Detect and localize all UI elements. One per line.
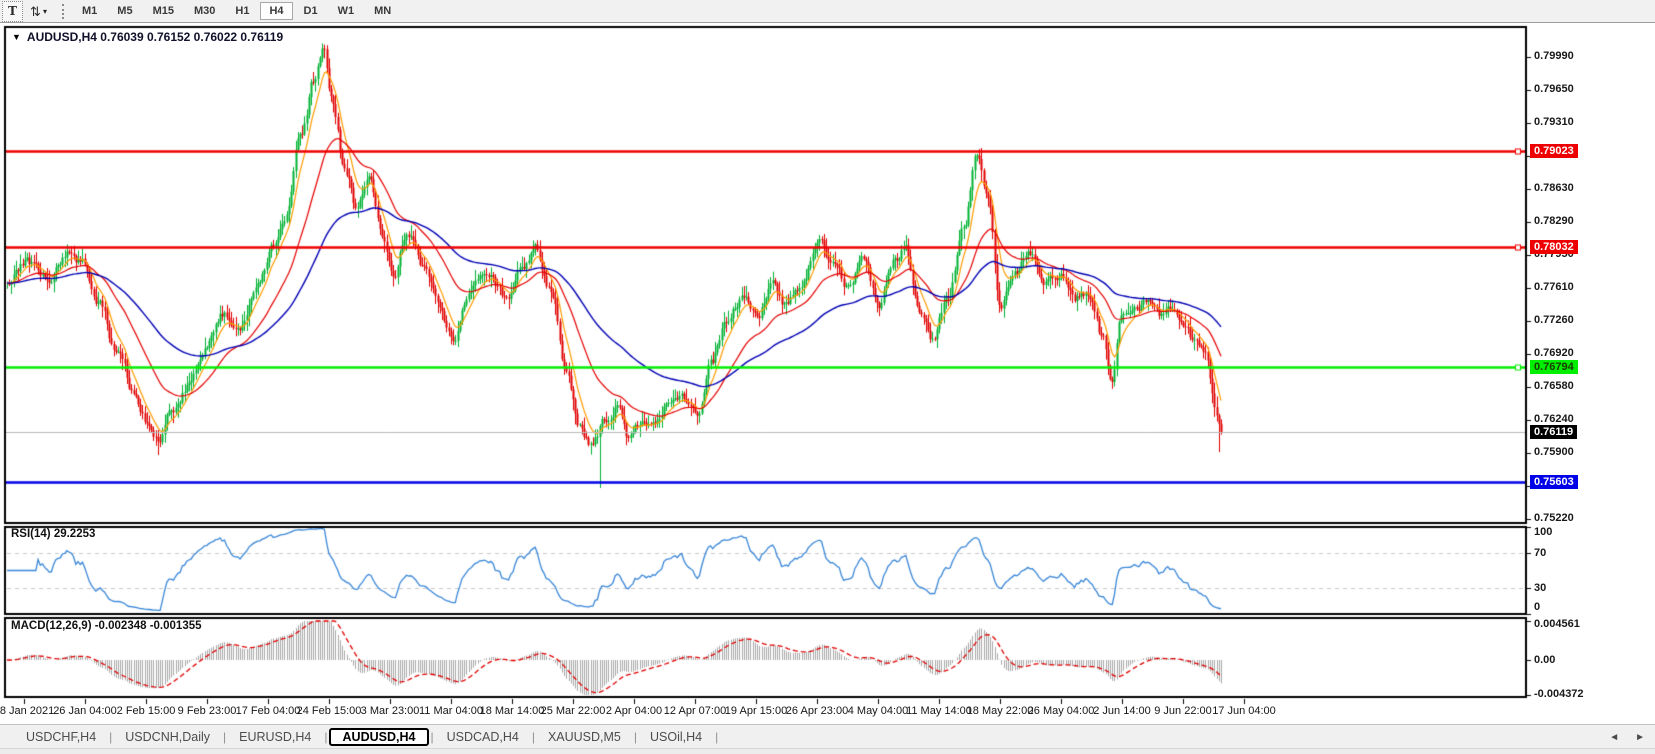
price-tag: 0.79023	[1530, 144, 1578, 158]
status-strip	[0, 748, 1655, 754]
time-tick: 3 Mar 23:00	[361, 705, 420, 717]
time-tick: 9 Feb 23:00	[178, 705, 237, 717]
price-tick: 0.75900	[1534, 446, 1574, 458]
chart-title: ▼ AUDUSD,H4 0.76039 0.76152 0.76022 0.76…	[12, 30, 283, 44]
tab-separator: |	[714, 730, 719, 744]
rsi-tick: 0	[1534, 601, 1540, 613]
time-tick: 11 Mar 04:00	[419, 705, 483, 717]
time-tick: 2 Feb 15:00	[117, 705, 176, 717]
toolbar: T ⇅ ▾ M1M5M15M30H1H4D1W1MN	[0, 0, 1655, 23]
tab-separator: |	[323, 730, 328, 744]
timeframe-button-m5[interactable]: M5	[108, 2, 141, 20]
timeframe-button-h1[interactable]: H1	[226, 2, 258, 20]
arrows-icon: ⇅	[30, 5, 41, 18]
tab-audusd[interactable]: AUDUSD,H4	[329, 728, 430, 746]
tab-usdcad[interactable]: USDCAD,H4	[435, 728, 531, 746]
tab-scroll-left-icon[interactable]: ◄	[1609, 732, 1619, 743]
time-tick: 18 Jan 2021	[0, 705, 54, 717]
time-tick: 18 Mar 14:00	[480, 705, 545, 717]
time-tick: 4 May 04:00	[848, 705, 909, 717]
price-tag: 0.76794	[1530, 360, 1578, 374]
timeframe-button-d1[interactable]: D1	[295, 2, 327, 20]
price-tick: 0.77260	[1534, 314, 1574, 326]
price-tag: 0.75603	[1530, 475, 1578, 489]
timeframe-button-w1[interactable]: W1	[329, 2, 364, 20]
tab-eurusd[interactable]: EURUSD,H4	[227, 728, 323, 746]
timeframe-button-mn[interactable]: MN	[365, 2, 400, 20]
tab-xauusd[interactable]: XAUUSD,M5	[536, 728, 633, 746]
price-tick: 0.79310	[1534, 116, 1574, 128]
time-tick: 26 May 04:00	[1028, 705, 1095, 717]
timeframe-button-m1[interactable]: M1	[73, 2, 106, 20]
price-tick: 0.77610	[1534, 281, 1574, 293]
time-tick: 17 Jun 04:00	[1212, 705, 1276, 717]
price-tick: 0.76920	[1534, 347, 1574, 359]
rsi-label: RSI(14) 29.2253	[11, 528, 95, 540]
timeframe-buttons: M1M5M15M30H1H4D1W1MN	[73, 2, 400, 20]
timeframe-button-m15[interactable]: M15	[144, 2, 183, 20]
price-tick: 0.78290	[1534, 215, 1574, 227]
time-tick: 18 May 22:00	[967, 705, 1034, 717]
toolbar-separator	[62, 4, 64, 19]
collapse-triangle-icon[interactable]: ▼	[12, 33, 21, 42]
time-tick: 11 May 14:00	[906, 705, 972, 717]
chart-title-text: AUDUSD,H4 0.76039 0.76152 0.76022 0.7611…	[27, 30, 283, 44]
price-tick: 0.75220	[1534, 512, 1574, 524]
macd-tick: 0.00	[1534, 654, 1555, 666]
text-tool-button[interactable]: T	[2, 1, 23, 22]
time-tick: 12 Apr 07:00	[664, 705, 726, 717]
tab-usdchf[interactable]: USDCHF,H4	[14, 728, 108, 746]
mt4-chart-window: T ⇅ ▾ M1M5M15M30H1H4D1W1MN ▼ AUDUSD,H4 0…	[0, 0, 1655, 754]
price-tick: 0.79990	[1534, 50, 1574, 62]
timeframe-button-m30[interactable]: M30	[185, 2, 224, 20]
text-tool-icon: T	[8, 4, 17, 18]
tab-scroll-arrows: ◄ ►	[1609, 725, 1645, 749]
arrows-tool-button[interactable]: ⇅ ▾	[26, 2, 51, 21]
price-tag: 0.78032	[1530, 240, 1578, 254]
time-tick: 19 Apr 15:00	[725, 705, 787, 717]
tab-usdcnh[interactable]: USDCNH,Daily	[113, 728, 222, 746]
rsi-tick: 100	[1534, 526, 1552, 538]
time-tick: 2 Jun 14:00	[1093, 705, 1151, 717]
time-tick: 26 Jan 04:00	[53, 705, 117, 717]
price-tick: 0.79650	[1534, 83, 1574, 95]
time-tick: 26 Apr 23:00	[786, 705, 848, 717]
price-tag: 0.76119	[1530, 425, 1577, 439]
rsi-tick: 70	[1534, 547, 1546, 559]
price-tick: 0.76240	[1534, 413, 1574, 425]
chevron-down-icon: ▾	[43, 7, 47, 16]
chart-tabs: USDCHF,H4|USDCNH,Daily|EURUSD,H4|AUDUSD,…	[14, 728, 719, 746]
price-tick: 0.78630	[1534, 182, 1574, 194]
price-chart-canvas[interactable]	[0, 24, 1655, 754]
time-tick: 17 Feb 04:00	[236, 705, 301, 717]
rsi-tick: 30	[1534, 582, 1546, 594]
time-tick: 2 Apr 04:00	[606, 705, 662, 717]
macd-tick: 0.004561	[1534, 618, 1580, 630]
time-tick: 24 Feb 15:00	[297, 705, 362, 717]
macd-tick: -0.004372	[1534, 688, 1584, 700]
tab-scroll-right-icon[interactable]: ►	[1635, 732, 1645, 743]
timeframe-button-h4[interactable]: H4	[260, 2, 292, 20]
macd-label: MACD(12,26,9) -0.002348 -0.001355	[11, 620, 202, 632]
time-tick: 25 Mar 22:00	[541, 705, 606, 717]
time-tick: 9 Jun 22:00	[1154, 705, 1212, 717]
tab-usoil[interactable]: USOil,H4	[638, 728, 714, 746]
chart-tab-bar: USDCHF,H4|USDCNH,Daily|EURUSD,H4|AUDUSD,…	[0, 724, 1655, 748]
price-tick: 0.76580	[1534, 380, 1574, 392]
